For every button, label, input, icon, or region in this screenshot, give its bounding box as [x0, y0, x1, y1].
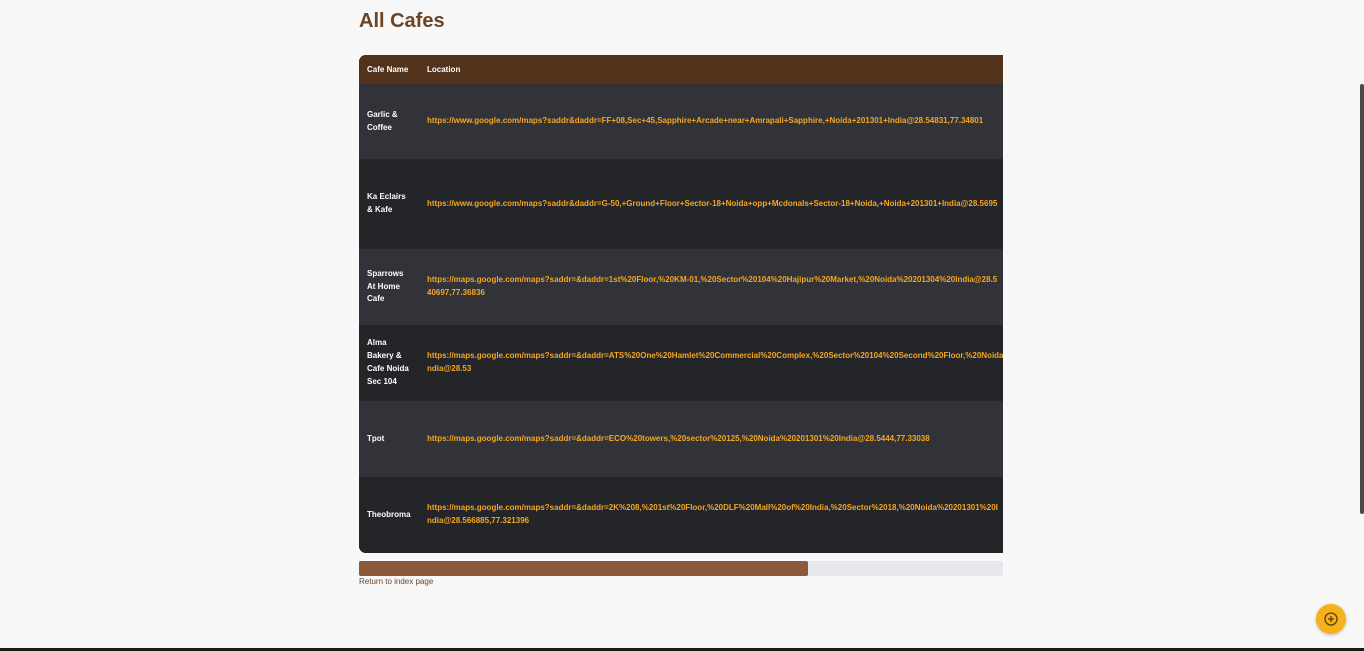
- horizontal-scrollbar-thumb[interactable]: [359, 561, 808, 576]
- table-row: Garlic & Coffee https://www.google.com/m…: [359, 84, 1003, 159]
- location-cell: https://www.google.com/maps?saddr&daddr=…: [419, 84, 1003, 159]
- location-cell: https://maps.google.com/maps?saddr=&dadd…: [419, 477, 1003, 553]
- location-cell: https://maps.google.com/maps?saddr=&dadd…: [419, 249, 1003, 325]
- cafe-name-cell: Tpot: [367, 433, 385, 443]
- table-row: Ka Eclairs & Kafe https://www.google.com…: [359, 159, 1003, 249]
- location-link[interactable]: https://maps.google.com/maps?saddr=&dadd…: [427, 350, 1003, 376]
- cafe-name-cell: Alma Bakery & Cafe Noida Sec 104: [367, 338, 409, 386]
- vertical-scrollbar[interactable]: [1360, 84, 1364, 514]
- location-link[interactable]: https://www.google.com/maps?saddr&daddr=…: [427, 199, 997, 208]
- table-row: Tpot https://maps.google.com/maps?saddr=…: [359, 401, 1003, 477]
- column-header-cafe-name: Cafe Name: [367, 65, 409, 74]
- column-header-location: Location: [427, 65, 461, 74]
- table-header-row: Cafe Name Location: [359, 55, 1003, 84]
- location-cell: https://maps.google.com/maps?saddr=&dadd…: [419, 401, 1003, 477]
- plus-circle-icon: [1323, 611, 1339, 627]
- location-link[interactable]: https://maps.google.com/maps?saddr=&dadd…: [427, 434, 930, 443]
- cafe-name-cell: Theobroma: [367, 509, 411, 519]
- cafes-table-container[interactable]: Cafe Name Location Garlic & Coffee https…: [359, 55, 1003, 553]
- floating-action-button[interactable]: [1316, 604, 1346, 634]
- horizontal-scrollbar[interactable]: [359, 561, 1003, 576]
- table-row: Sparrows At Home Cafe https://maps.googl…: [359, 249, 1003, 325]
- location-cell: https://www.google.com/maps?saddr&daddr=…: [419, 159, 1003, 249]
- table-row: Theobroma https://maps.google.com/maps?s…: [359, 477, 1003, 553]
- location-link[interactable]: https://www.google.com/maps?saddr&daddr=…: [427, 116, 983, 125]
- page-title: All Cafes: [359, 10, 445, 32]
- location-link[interactable]: https://maps.google.com/maps?saddr=&dadd…: [427, 274, 999, 300]
- location-cell: https://maps.google.com/maps?saddr=&dadd…: [419, 325, 1003, 401]
- cafe-name-cell: Ka Eclairs & Kafe: [367, 192, 406, 214]
- cafe-name-cell: Sparrows At Home Cafe: [367, 268, 404, 304]
- return-to-index-link[interactable]: Return to index page: [359, 577, 433, 586]
- table-row: Alma Bakery & Cafe Noida Sec 104 https:/…: [359, 325, 1003, 401]
- location-link[interactable]: https://maps.google.com/maps?saddr=&dadd…: [427, 502, 999, 528]
- cafes-table: Cafe Name Location Garlic & Coffee https…: [359, 55, 1003, 553]
- cafe-name-cell: Garlic & Coffee: [367, 109, 398, 132]
